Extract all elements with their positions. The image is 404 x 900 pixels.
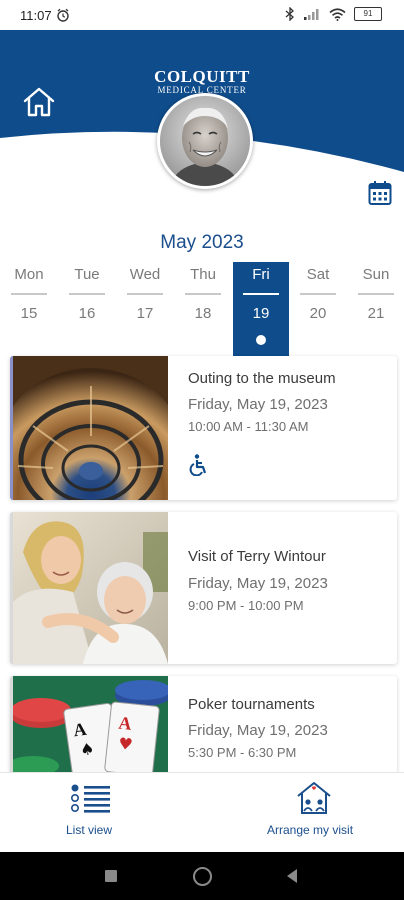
wheelchair-accessible-icon [189, 454, 207, 476]
nav-list-view[interactable]: List view [50, 773, 134, 853]
event-title: Visit of Terry Wintour [188, 548, 326, 565]
day-number: 19 [252, 305, 270, 322]
events-indicator-dot [256, 335, 266, 345]
day-sunday[interactable]: Sun 21 [353, 262, 399, 356]
status-icons: 91 [285, 7, 382, 21]
event-time: 9:00 PM - 10:00 PM [188, 598, 304, 613]
event-image: A ♠ A ♥ [13, 676, 168, 772]
recent-apps-button[interactable] [105, 870, 117, 882]
day-name: Tue [74, 266, 100, 283]
home-system-button[interactable] [193, 867, 212, 886]
brand-name: COLQUITT [154, 67, 250, 86]
day-number: 18 [194, 305, 212, 322]
resident-photo [160, 96, 250, 186]
signal-icon [304, 8, 319, 20]
week-strip: Mon 15 Tue 16 Wed 17 Thu 18 Fri 19 Sat 2… [0, 262, 404, 356]
svg-text:A: A [118, 713, 133, 734]
back-button[interactable] [285, 868, 299, 884]
event-time: 5:30 PM - 6:30 PM [188, 745, 297, 760]
battery-level: 91 [363, 9, 373, 18]
day-number: 21 [367, 305, 385, 322]
event-image [13, 356, 168, 500]
bluetooth-icon [285, 7, 294, 21]
status-time: 11:07 [20, 8, 52, 23]
day-thursday[interactable]: Thu 18 [180, 262, 226, 356]
event-title: Outing to the museum [188, 370, 336, 387]
home-icon [23, 87, 55, 117]
resident-avatar [157, 93, 253, 189]
day-divider [69, 293, 105, 295]
day-number: 16 [78, 305, 96, 322]
bottom-navigation: List view Arrange my visit [0, 772, 404, 853]
caregiver-with-senior-photo [13, 512, 168, 664]
day-divider [127, 293, 163, 295]
brand-logo: COLQUITT MEDICAL CENTER [0, 68, 404, 96]
event-card[interactable]: Visit of Terry Wintour Friday, May 19, 2… [10, 512, 397, 664]
svg-text:♥: ♥ [118, 734, 134, 754]
event-list[interactable]: Outing to the museum Friday, May 19, 202… [0, 354, 404, 772]
day-number: 17 [136, 305, 154, 322]
day-name: Sat [306, 266, 330, 283]
list-view-label: List view [66, 823, 113, 837]
calendar-button[interactable] [368, 180, 392, 206]
event-image [13, 512, 168, 664]
event-date: Friday, May 19, 2023 [188, 575, 328, 592]
day-number: 20 [309, 305, 327, 322]
nav-arrange-my-visit[interactable]: Arrange my visit [262, 773, 366, 853]
arrange-visit-icon [297, 782, 331, 814]
day-monday[interactable]: Mon 15 [6, 262, 52, 356]
arrange-visit-label: Arrange my visit [267, 823, 354, 837]
day-tuesday[interactable]: Tue 16 [64, 262, 110, 356]
day-friday-selected[interactable]: Fri 19 [233, 262, 289, 356]
day-name: Wed [129, 266, 161, 283]
wifi-icon [329, 7, 346, 21]
day-divider [300, 293, 336, 295]
svg-text:♠: ♠ [79, 739, 96, 760]
day-divider [243, 293, 279, 295]
status-bar: 11:07 91 [0, 0, 404, 30]
list-view-icon [70, 784, 110, 813]
poker-cards-chips-photo: A ♠ A ♥ [13, 676, 168, 772]
day-divider [11, 293, 47, 295]
day-name: Mon [14, 266, 44, 283]
event-date: Friday, May 19, 2023 [188, 396, 328, 413]
svg-text:A: A [72, 719, 88, 741]
event-date: Friday, May 19, 2023 [188, 722, 328, 739]
day-wednesday[interactable]: Wed 17 [122, 262, 168, 356]
spiral-staircase-photo [13, 356, 168, 500]
day-name: Fri [252, 266, 270, 283]
event-time: 10:00 AM - 11:30 AM [188, 419, 309, 434]
day-saturday[interactable]: Sat 20 [295, 262, 341, 356]
alarm-icon [57, 8, 69, 22]
battery-indicator: 91 [354, 7, 382, 21]
event-card[interactable]: A ♠ A ♥ Poker tournaments Friday, May 19… [10, 676, 397, 772]
event-card[interactable]: Outing to the museum Friday, May 19, 202… [10, 356, 397, 500]
system-navigation-bar [0, 852, 404, 900]
calendar-icon [368, 181, 392, 205]
month-title: May 2023 [160, 232, 244, 253]
day-name: Thu [190, 266, 216, 283]
day-divider [358, 293, 394, 295]
day-divider [185, 293, 221, 295]
day-number: 15 [20, 305, 38, 322]
home-button[interactable] [22, 86, 56, 118]
event-title: Poker tournaments [188, 696, 315, 713]
day-name: Sun [362, 266, 390, 283]
